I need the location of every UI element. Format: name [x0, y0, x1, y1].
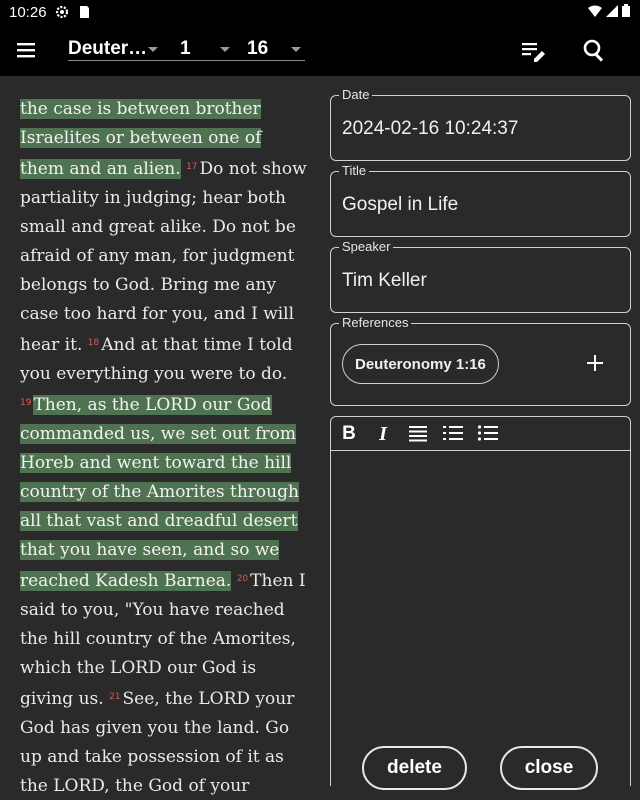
title-label: Title: [339, 163, 370, 178]
dropdown-underline: [68, 60, 305, 61]
date-label: Date: [339, 87, 373, 102]
cell-signal-icon: [606, 4, 618, 21]
verse-dropdown-value: 16: [247, 38, 269, 59]
editor-toolbar: B I: [331, 417, 630, 451]
chapter-dropdown-value: 1: [180, 38, 191, 59]
passage-text: Do not show partiality in judging; hear …: [20, 159, 307, 355]
references-field: References Deuteronomy 1:16: [330, 315, 631, 406]
highlighted-passage: Then, as the LORD our God commanded us, …: [20, 395, 299, 591]
title-field[interactable]: Title Gospel in Life: [330, 163, 631, 237]
battery-icon: [622, 4, 630, 21]
search-icon[interactable]: [582, 38, 608, 64]
scripture-text: the case is between brother Israelites o…: [20, 95, 310, 800]
verse-number: 18: [87, 338, 100, 348]
menu-icon[interactable]: [14, 38, 40, 62]
speaker-value: Tim Keller: [342, 270, 427, 291]
numbered-list-icon[interactable]: [441, 423, 465, 445]
close-button[interactable]: close: [500, 746, 598, 790]
align-justify-icon[interactable]: [406, 423, 430, 445]
sd-card-icon: [77, 5, 91, 19]
notes-editor[interactable]: B I: [330, 416, 631, 786]
chevron-down-icon: [148, 47, 158, 52]
verse-dropdown[interactable]: 16: [247, 36, 301, 62]
status-time: 10:26: [9, 3, 47, 21]
italic-button[interactable]: I: [371, 423, 395, 445]
speaker-field[interactable]: Speaker Tim Keller: [330, 239, 631, 313]
bullet-list-icon[interactable]: [476, 423, 500, 445]
add-reference-button[interactable]: [584, 352, 606, 374]
settings-gear-icon: [55, 5, 69, 19]
date-value: 2024-02-16 10:24:37: [342, 118, 519, 139]
chevron-down-icon: [291, 47, 301, 52]
title-value: Gospel in Life: [342, 194, 459, 215]
references-label: References: [339, 315, 412, 330]
reference-chip[interactable]: Deuteronomy 1:16: [342, 344, 499, 384]
verse-number: 19: [20, 398, 32, 408]
plus-icon: [587, 355, 603, 371]
speaker-label: Speaker: [339, 239, 394, 254]
app-bar: Deuter… 1 16: [0, 24, 640, 76]
chapter-dropdown[interactable]: 1: [180, 36, 230, 62]
date-field[interactable]: Date 2024-02-16 10:24:37: [330, 87, 631, 161]
chevron-down-icon: [220, 47, 230, 52]
reference-chip-label: Deuteronomy 1:16: [355, 355, 486, 373]
wifi-icon: [588, 5, 602, 21]
verse-number: 20: [236, 574, 249, 584]
book-dropdown-value: Deuter…: [68, 38, 148, 59]
edit-notes-icon[interactable]: [520, 38, 546, 64]
verse-number: 17: [186, 162, 198, 172]
delete-button[interactable]: delete: [362, 746, 467, 790]
status-bar: 10:26: [0, 0, 640, 24]
bold-button[interactable]: B: [337, 423, 361, 445]
book-dropdown[interactable]: Deuter…: [68, 36, 158, 62]
verse-number: 21: [109, 692, 121, 702]
